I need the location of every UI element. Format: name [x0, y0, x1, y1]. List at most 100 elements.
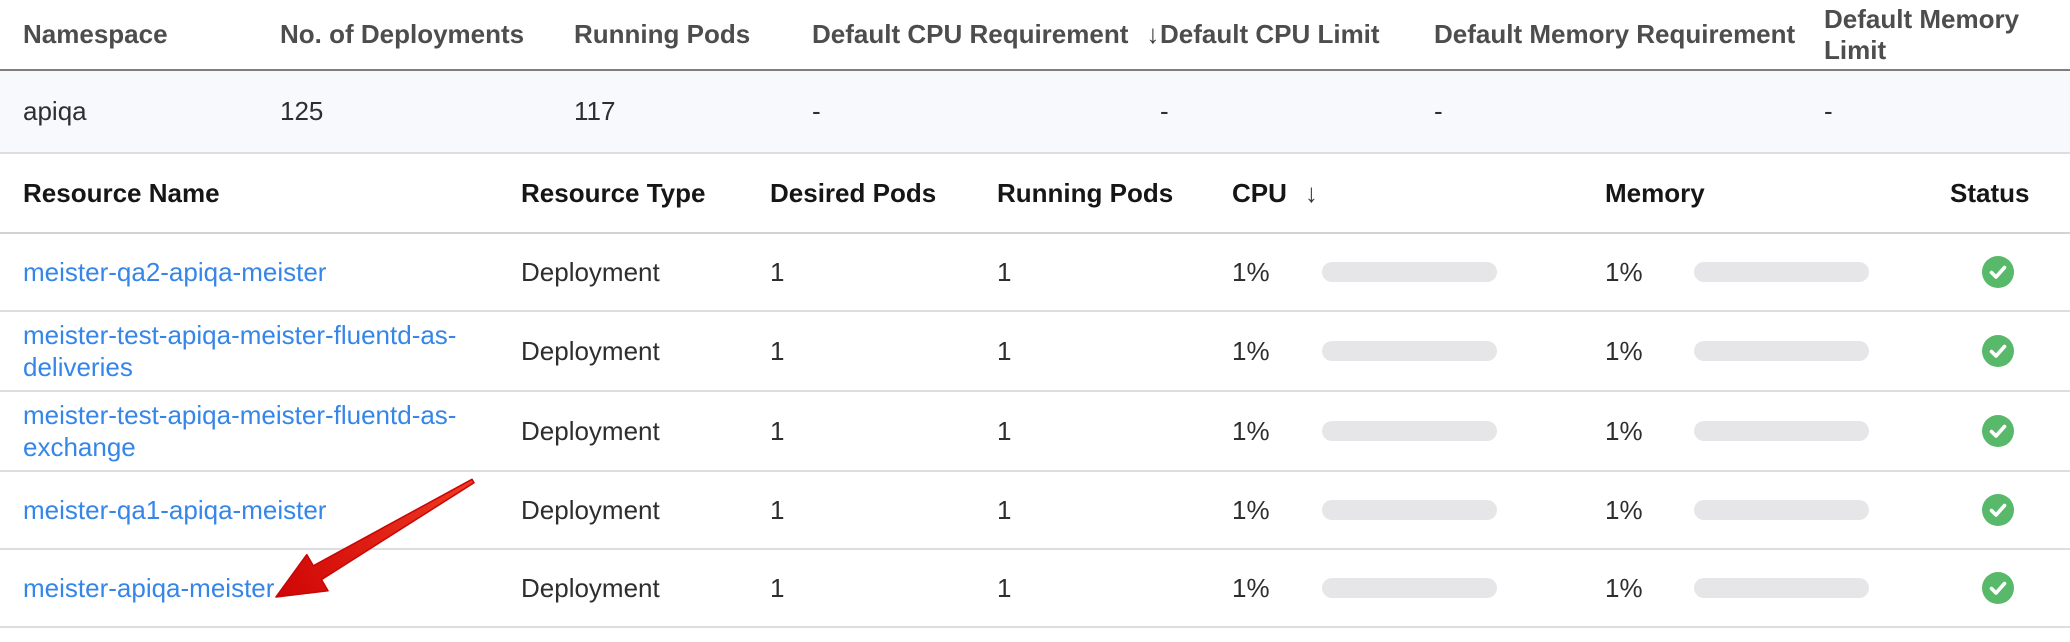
- cpu-usage-bar: [1322, 262, 1497, 282]
- memory-usage-cell: 1%: [1605, 495, 1950, 526]
- status-healthy-check-icon: [1982, 335, 2014, 367]
- resource-name-link[interactable]: meister-test-apiqa-meister-fluentd-as-de…: [23, 320, 456, 382]
- desired-pods-count: 1: [770, 257, 997, 288]
- sort-descending-icon: ↓: [1146, 19, 1159, 50]
- status-cell: [1950, 494, 2070, 526]
- column-header-label: No. of Deployments: [280, 19, 524, 50]
- running-pods-count: 1: [997, 495, 1232, 526]
- resources-table-body: meister-qa2-apiqa-meister Deployment 1 1…: [0, 234, 2070, 628]
- desired-pods-count: 1: [770, 495, 997, 526]
- status-healthy-check-icon: [1982, 572, 2014, 604]
- cpu-percent-label: 1%: [1232, 573, 1322, 604]
- status-cell: [1950, 335, 2070, 367]
- resource-row: meister-test-apiqa-meister-fluentd-as-ex…: [0, 392, 2070, 472]
- memory-usage-bar: [1694, 421, 1869, 441]
- resources-table: Resource Name Resource Type Desired Pods Ru…: [0, 154, 2070, 628]
- memory-percent-label: 1%: [1605, 573, 1694, 604]
- column-header-label: Running Pods: [574, 19, 750, 50]
- cpu-usage-cell: 1%: [1232, 336, 1605, 367]
- memory-percent-label: 1%: [1605, 495, 1694, 526]
- resource-name-cell: meister-test-apiqa-meister-fluentd-as-de…: [23, 319, 493, 383]
- resource-row: meister-qa1-apiqa-meister Deployment 1 1…: [0, 472, 2070, 550]
- deployments-count: 125: [280, 96, 574, 127]
- cpu-percent-label: 1%: [1232, 416, 1322, 447]
- column-header-memory[interactable]: Memory: [1605, 178, 1950, 209]
- cpu-usage-bar: [1322, 578, 1497, 598]
- memory-usage-cell: 1%: [1605, 336, 1950, 367]
- sort-descending-icon: ↓: [1305, 178, 1318, 209]
- memory-usage-cell: 1%: [1605, 257, 1950, 288]
- cpu-percent-label: 1%: [1232, 336, 1322, 367]
- column-header-default-cpu-limit[interactable]: Default CPU Limit: [1160, 19, 1434, 50]
- memory-percent-label: 1%: [1605, 257, 1694, 288]
- cpu-usage-bar: [1322, 341, 1497, 361]
- column-header-running-pods[interactable]: Running Pods: [997, 178, 1232, 209]
- status-cell: [1950, 256, 2070, 288]
- cpu-usage-cell: 1%: [1232, 573, 1605, 604]
- cpu-percent-label: 1%: [1232, 495, 1322, 526]
- resource-row: meister-test-apiqa-meister-fluentd-as-de…: [0, 312, 2070, 392]
- column-header-label: Desired Pods: [770, 178, 936, 209]
- default-cpu-requirement-value: -: [812, 96, 1160, 127]
- column-header-default-memory-requirement[interactable]: Default Memory Requirement: [1434, 19, 1824, 50]
- memory-percent-label: 1%: [1605, 416, 1694, 447]
- resource-name-cell: meister-qa1-apiqa-meister: [23, 494, 493, 526]
- memory-usage-bar: [1694, 578, 1869, 598]
- cpu-usage-bar: [1322, 421, 1497, 441]
- memory-usage-bar: [1694, 262, 1869, 282]
- resource-type: Deployment: [521, 336, 770, 367]
- resource-name-link[interactable]: meister-apiqa-meister: [23, 573, 274, 603]
- status-healthy-check-icon: [1982, 256, 2014, 288]
- running-pods-count: 1: [997, 257, 1232, 288]
- default-memory-limit-value: -: [1824, 96, 2070, 127]
- column-header-namespace[interactable]: Namespace: [23, 19, 280, 50]
- cpu-percent-label: 1%: [1232, 257, 1322, 288]
- resource-name-link[interactable]: meister-qa2-apiqa-meister: [23, 257, 326, 287]
- column-header-status[interactable]: Status: [1950, 178, 2070, 209]
- status-cell: [1950, 415, 2070, 447]
- namespace-row: apiqa 125 117 - - - -: [0, 71, 2070, 154]
- running-pods-count: 117: [574, 96, 812, 127]
- resource-type: Deployment: [521, 573, 770, 604]
- column-header-running-pods[interactable]: Running Pods: [574, 19, 812, 50]
- memory-usage-cell: 1%: [1605, 573, 1950, 604]
- namespace-workloads-page: Namespace No. of Deployments Running Pods D…: [0, 0, 2070, 642]
- column-header-label: Default CPU Requirement: [812, 19, 1128, 50]
- column-header-resource-name[interactable]: Resource Name: [23, 178, 521, 209]
- memory-usage-bar: [1694, 500, 1869, 520]
- column-header-label: Running Pods: [997, 178, 1173, 209]
- column-header-label: Resource Name: [23, 178, 220, 209]
- column-header-desired-pods[interactable]: Desired Pods: [770, 178, 997, 209]
- default-memory-requirement-value: -: [1434, 96, 1824, 127]
- resource-row: meister-apiqa-meister Deployment 1 1 1% …: [0, 550, 2070, 628]
- running-pods-count: 1: [997, 416, 1232, 447]
- column-header-default-cpu-requirement[interactable]: Default CPU Requirement ↓: [812, 19, 1160, 50]
- cpu-usage-cell: 1%: [1232, 495, 1605, 526]
- column-header-default-memory-limit[interactable]: Default Memory Limit: [1824, 4, 2070, 66]
- resource-type: Deployment: [521, 416, 770, 447]
- column-header-label: Default Memory Requirement: [1434, 19, 1795, 50]
- column-header-label: Resource Type: [521, 178, 705, 209]
- desired-pods-count: 1: [770, 416, 997, 447]
- resource-name-link[interactable]: meister-test-apiqa-meister-fluentd-as-ex…: [23, 400, 456, 462]
- namespace-name: apiqa: [23, 96, 280, 127]
- resource-name-cell: meister-qa2-apiqa-meister: [23, 256, 493, 288]
- cpu-usage-cell: 1%: [1232, 416, 1605, 447]
- desired-pods-count: 1: [770, 336, 997, 367]
- column-header-cpu[interactable]: CPU↓: [1232, 178, 1605, 209]
- column-header-label: Memory: [1605, 178, 1705, 209]
- status-healthy-check-icon: [1982, 494, 2014, 526]
- status-healthy-check-icon: [1982, 415, 2014, 447]
- resource-name-cell: meister-apiqa-meister: [23, 572, 493, 604]
- resource-name-link[interactable]: meister-qa1-apiqa-meister: [23, 495, 326, 525]
- column-header-label: Default CPU Limit: [1160, 19, 1380, 50]
- column-header-no-of-deployments[interactable]: No. of Deployments: [280, 19, 574, 50]
- column-header-resource-type[interactable]: Resource Type: [521, 178, 770, 209]
- desired-pods-count: 1: [770, 573, 997, 604]
- memory-usage-cell: 1%: [1605, 416, 1950, 447]
- cpu-usage-cell: 1%: [1232, 257, 1605, 288]
- column-header-label: Default Memory Limit: [1824, 4, 2070, 66]
- resources-table-header-row: Resource Name Resource Type Desired Pods Ru…: [0, 154, 2070, 234]
- column-header-label: Namespace: [23, 19, 168, 50]
- status-cell: [1950, 572, 2070, 604]
